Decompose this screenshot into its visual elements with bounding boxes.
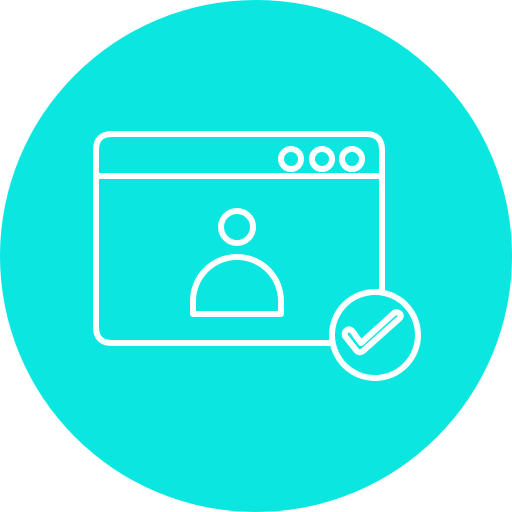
background-circle — [0, 0, 512, 512]
icon-canvas — [0, 0, 512, 512]
verified-user-profile-window-icon — [0, 0, 512, 512]
